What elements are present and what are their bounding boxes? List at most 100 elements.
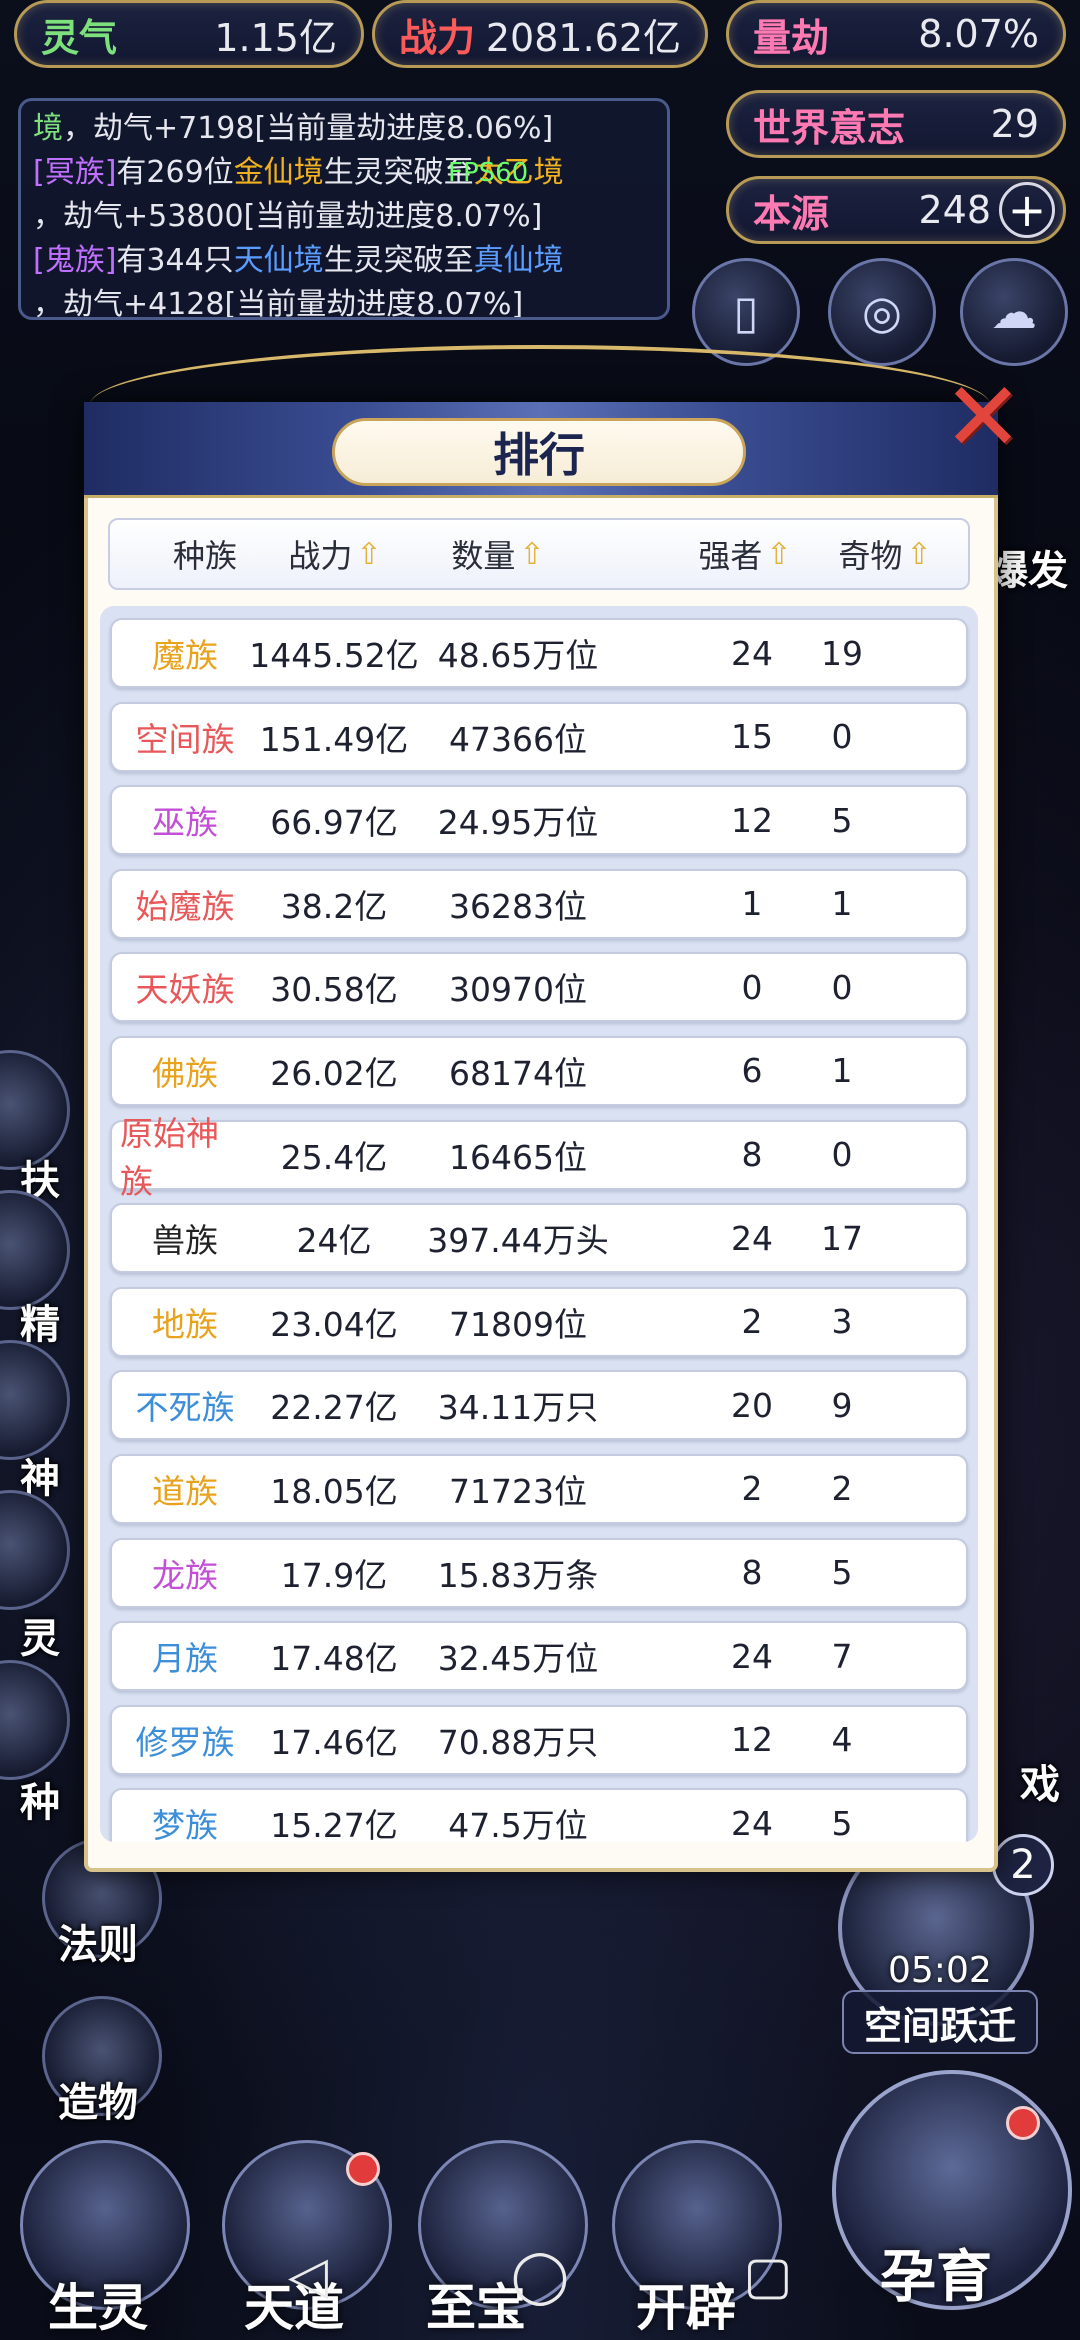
race-name: 道族 <box>152 1471 218 1511</box>
count-value: 15.83万条 <box>437 1555 599 1595</box>
benyuan-label: 本源 <box>753 190 830 236</box>
back-icon[interactable]: ◁ <box>276 2244 340 2308</box>
count-value: 36283位 <box>449 886 587 926</box>
table-row[interactable]: 天妖族 30.58亿 30970位 0 0 <box>110 952 968 1023</box>
race-name: 不死族 <box>135 1388 235 1428</box>
lingqi-stat[interactable]: 灵气 1.15亿 <box>14 0 364 68</box>
table-row[interactable]: 佛族 26.02亿 68174位 6 1 <box>110 1035 968 1106</box>
strong-count: 24 <box>731 1218 773 1258</box>
race-name: 龙族 <box>152 1555 218 1595</box>
table-row[interactable]: 不死族 22.27亿 34.11万只 20 9 <box>110 1370 968 1441</box>
log-text: ，劫气+4128[当前量劫进度8.07%] <box>33 287 524 320</box>
items-count: 5 <box>831 800 853 840</box>
items-count: 2 <box>831 1469 853 1509</box>
recent-apps-icon[interactable]: ▢ <box>736 2244 800 2308</box>
log-realm: 境 <box>33 111 63 146</box>
strong-count: 2 <box>741 1469 763 1509</box>
ranking-list[interactable]: 魔族 1445.52亿 48.65万位 24 19 空间族 151.49亿 47366位 15 0… <box>100 606 978 1842</box>
fps-counter: FPS60 <box>448 158 529 188</box>
log-realm: 金仙境 <box>233 155 324 190</box>
count-value: 32.45万位 <box>437 1639 599 1679</box>
world-will-stat[interactable]: 世界意志 29 <box>726 90 1066 158</box>
table-row[interactable]: 空间族 151.49亿 47366位 15 0 <box>110 701 968 772</box>
sort-arrow-icon: ⇧ <box>766 536 792 572</box>
race-name: 地族 <box>152 1304 218 1344</box>
benyuan-stat[interactable]: 本源 248 + <box>726 176 1066 244</box>
sort-arrow-icon: ⇧ <box>906 536 932 572</box>
strong-count: 8 <box>741 1553 763 1593</box>
log-text: ，劫气+53800[当前量劫进度8.07%] <box>33 199 543 234</box>
event-log: 境，劫气+7198[当前量劫进度8.06%] [冥族]有269位金仙境生灵突破至… <box>18 98 670 320</box>
log-realm: 真仙境 <box>473 243 564 278</box>
benyuan-value: 248 <box>918 188 991 232</box>
liangjie-stat[interactable]: 量劫 8.07% <box>726 0 1066 68</box>
table-row[interactable]: 巫族 66.97亿 24.95万位 12 5 <box>110 785 968 856</box>
strong-count: 0 <box>741 967 763 1007</box>
lingqi-value: 1.15亿 <box>214 15 337 60</box>
items-count: 5 <box>831 1803 853 1842</box>
cloud-icon[interactable]: ☁ <box>960 258 1068 366</box>
table-row[interactable]: 魔族 1445.52亿 48.65万位 24 19 <box>110 618 968 688</box>
items-count: 0 <box>831 1135 853 1175</box>
countdown-timer: 05:02 <box>888 1950 992 1991</box>
col-count-sort[interactable]: 数量 ⇧ <box>348 520 648 588</box>
items-count: 19 <box>821 633 863 673</box>
modal-title: 排行 <box>332 418 746 486</box>
benyuan-plus-button[interactable]: + <box>999 182 1055 238</box>
space-jump-button[interactable]: 空间跃迁 <box>842 1990 1038 2054</box>
count-value: 71809位 <box>449 1304 587 1344</box>
items-count: 17 <box>821 1218 863 1258</box>
table-row[interactable]: 修罗族 17.46亿 70.88万只 12 4 <box>110 1704 968 1775</box>
table-row[interactable]: 梦族 15.27亿 47.5万位 24 5 <box>110 1788 968 1842</box>
table-row[interactable]: 兽族 24亿 397.44万头 24 17 <box>110 1203 968 1274</box>
table-row[interactable]: 道族 18.05亿 71723位 2 2 <box>110 1453 968 1524</box>
col-items-sort[interactable]: 奇物 ⇧ <box>810 520 960 588</box>
items-count: 4 <box>831 1720 853 1760</box>
zao-wu-label[interactable]: 造物 <box>58 2070 138 2128</box>
ranking-table-header: 种族 战力 ⇧ 数量 ⇧ 强者 ⇧ 奇物 ⇧ <box>108 518 970 590</box>
close-icon[interactable]: ✕ <box>936 361 1030 473</box>
table-row[interactable]: 月族 17.48亿 32.45万位 24 7 <box>110 1621 968 1692</box>
strong-count: 20 <box>731 1385 773 1425</box>
strong-count: 6 <box>741 1051 763 1091</box>
log-race: [鬼族] <box>33 243 117 278</box>
lingqi-label: 灵气 <box>41 14 118 60</box>
count-value: 34.11万只 <box>437 1388 599 1428</box>
strong-count: 2 <box>741 1302 763 1342</box>
log-text: ，劫气+7198[当前量劫进度8.06%] <box>63 111 554 146</box>
log-line: 境，劫气+7198[当前量劫进度8.06%] <box>33 107 655 151</box>
notification-dot <box>346 2152 380 2186</box>
count-value: 30970位 <box>449 970 587 1010</box>
zhanli-stat[interactable]: 战力 2081.62亿 <box>372 0 708 68</box>
home-icon[interactable]: ◯ <box>508 2244 572 2308</box>
table-row[interactable]: 始魔族 38.2亿 36283位 1 1 <box>110 868 968 939</box>
table-row[interactable]: 龙族 17.9亿 15.83万条 8 5 <box>110 1537 968 1608</box>
items-count: 0 <box>831 967 853 1007</box>
items-count: 9 <box>831 1385 853 1425</box>
vortex-icon[interactable]: ◎ <box>828 258 936 366</box>
strong-count: 12 <box>731 1720 773 1760</box>
log-line: ，劫气+53800[当前量劫进度8.07%] <box>33 195 655 239</box>
race-name: 月族 <box>152 1639 218 1679</box>
items-count: 5 <box>831 1553 853 1593</box>
race-name: 梦族 <box>152 1806 218 1842</box>
notification-dot <box>1006 2106 1040 2140</box>
strong-count: 24 <box>731 1803 773 1842</box>
log-text: 生灵突破至 <box>323 243 474 278</box>
col-items-label: 奇物 <box>838 537 903 575</box>
sort-arrow-icon: ⇧ <box>519 536 545 572</box>
strong-count: 8 <box>741 1135 763 1175</box>
fa-ze-label[interactable]: 法则 <box>58 1912 138 1970</box>
count-badge: 2 <box>992 1834 1054 1896</box>
col-power-label: 战力 <box>288 537 353 575</box>
burst-label[interactable]: 爆发 <box>988 538 1068 596</box>
race-name: 兽族 <box>152 1221 218 1261</box>
table-row[interactable]: 地族 23.04亿 71809位 2 3 <box>110 1286 968 1357</box>
count-value: 48.65万位 <box>437 636 599 675</box>
col-race-label: 种族 <box>172 537 237 575</box>
items-count: 1 <box>831 884 853 924</box>
table-row[interactable]: 原始神族 25.4亿 16465位 8 0 <box>110 1114 968 1201</box>
zhanli-label: 战力 <box>399 14 476 60</box>
col-strong-sort[interactable]: 强者 ⇧ <box>690 520 800 588</box>
left-label-4: 灵 <box>20 1615 60 1662</box>
